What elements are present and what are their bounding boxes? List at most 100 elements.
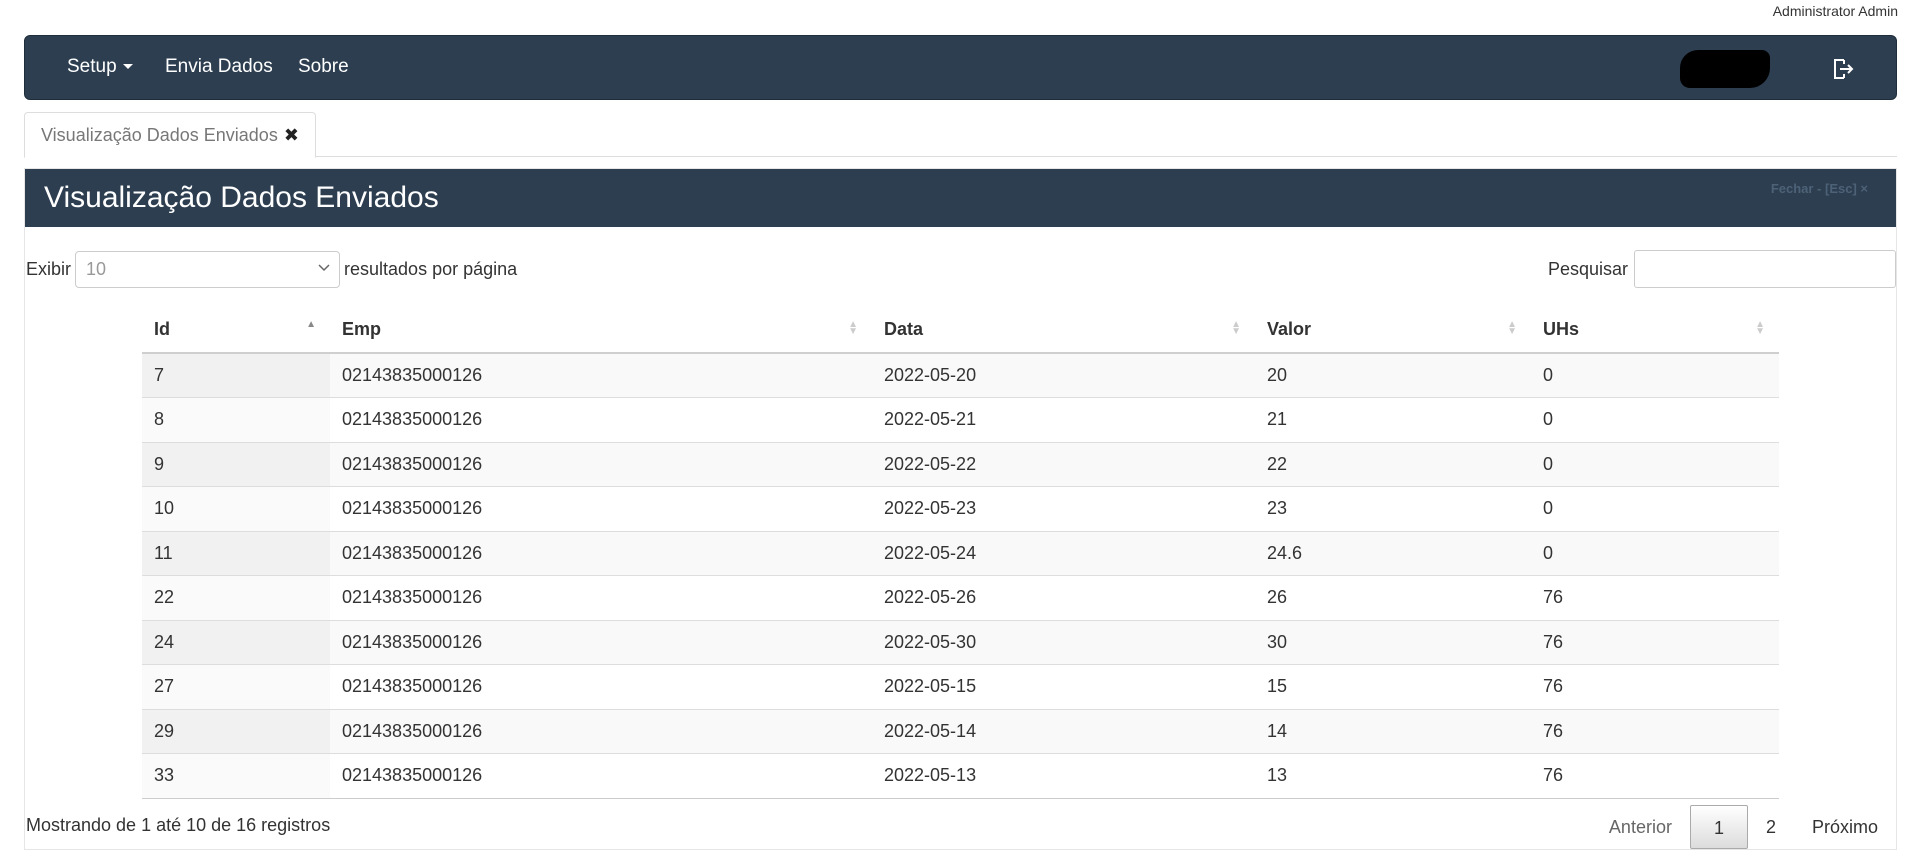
redacted-area [1680,50,1770,88]
page-length-select[interactable]: 10 [75,251,341,288]
nav-setup-dropdown[interactable]: Setup [67,56,133,78]
table-cell-emp: 02143835000126 [330,664,872,709]
sort-icon: ▲ [306,319,316,330]
table-row[interactable]: 10 02143835000126 2022-05-23 23 0 [142,486,1779,531]
table-cell-emp: 02143835000126 [330,397,872,442]
page-length-control: Exibir 10 resultados por página [26,251,517,288]
table-cell-uhs: 0 [1531,530,1779,576]
table-cell-data: 2022-05-13 [872,753,1255,799]
close-icon[interactable]: ✖ [284,125,299,146]
table-cell-emp: 02143835000126 [330,352,872,398]
table-row[interactable]: 8 02143835000126 2022-05-21 21 0 [142,397,1779,442]
table-cell-id: 10 [142,486,330,531]
table-row[interactable]: 11 02143835000126 2022-05-24 24.6 0 [142,530,1779,576]
page-title: Visualização Dados Enviados [44,181,439,214]
nav-envia-dados[interactable]: Envia Dados [165,56,273,78]
tab-label: Visualização Dados Enviados [41,124,278,145]
table-cell-valor: 24.6 [1255,530,1531,576]
data-table: Id ▲ Emp ▲ ▼ Data ▲ ▼ Valor ▲ ▼ UHs ▲ ▼ 7 02143835… [142,307,1779,799]
table-cell-uhs: 0 [1531,352,1779,398]
table-cell-id: 24 [142,619,330,665]
table-cell-uhs: 76 [1531,575,1779,620]
pagination: Anterior 1 2 Próximo [1591,805,1896,849]
table-cell-valor: 20 [1255,352,1531,398]
panel-header: Visualização Dados Enviados Fechar - [Es… [25,169,1896,227]
table-cell-valor: 30 [1255,619,1531,665]
table-row[interactable]: 7 02143835000126 2022-05-20 20 0 [142,352,1779,398]
table-cell-id: 33 [142,753,330,799]
table-header-row: Id ▲ Emp ▲ ▼ Data ▲ ▼ Valor ▲ ▼ UHs ▲ ▼ [142,307,1779,354]
table-cell-id: 7 [142,352,330,398]
column-header-emp[interactable]: Emp ▲ ▼ [330,307,872,354]
table-cell-uhs: 76 [1531,708,1779,754]
table-cell-uhs: 76 [1531,753,1779,799]
column-header-valor[interactable]: Valor ▲ ▼ [1255,307,1531,354]
column-header-data[interactable]: Data ▲ ▼ [872,307,1255,354]
table-cell-valor: 21 [1255,397,1531,442]
table-cell-data: 2022-05-21 [872,397,1255,442]
table-cell-uhs: 0 [1531,486,1779,531]
table-cell-emp: 02143835000126 [330,486,872,531]
table-cell-emp: 02143835000126 [330,708,872,754]
table-cell-uhs: 0 [1531,441,1779,487]
table-row[interactable]: 9 02143835000126 2022-05-22 22 0 [142,441,1779,487]
table-cell-id: 9 [142,441,330,487]
navbar: Setup Envia Dados Sobre [24,35,1897,100]
table-row[interactable]: 24 02143835000126 2022-05-30 30 76 [142,619,1779,665]
table-cell-data: 2022-05-24 [872,530,1255,576]
pagination-next[interactable]: Próximo [1794,805,1896,849]
sort-icon: ▲ ▼ [1507,319,1517,337]
sort-icon: ▲ ▼ [848,319,858,337]
length-suffix: resultados por página [344,259,518,279]
table-cell-emp: 02143835000126 [330,575,872,620]
table-cell-data: 2022-05-23 [872,486,1255,531]
caret-down-icon [122,64,133,70]
table-cell-valor: 14 [1255,708,1531,754]
nav-setup-label: Setup [67,56,117,77]
chevron-down-icon [318,264,330,272]
sort-icon: ▲ ▼ [1755,319,1765,337]
column-header-id[interactable]: Id ▲ [142,307,330,354]
table-info: Mostrando de 1 até 10 de 16 registros [26,815,331,835]
table-cell-uhs: 76 [1531,619,1779,665]
user-label: Administrator Admin [1772,3,1898,19]
search-input[interactable] [1634,250,1896,288]
pagination-page-1[interactable]: 1 [1689,805,1748,849]
table-cell-valor: 23 [1255,486,1531,531]
page-length-value: 10 [86,259,107,279]
search-label: Pesquisar [1547,258,1628,279]
table-cell-emp: 02143835000126 [330,753,872,799]
table-cell-id: 29 [142,708,330,754]
tab-visualizacao[interactable]: Visualização Dados Enviados ✖ [24,112,316,158]
table-body: 7 02143835000126 2022-05-20 20 0 8 02143835000… [142,352,1779,799]
table-cell-valor: 15 [1255,664,1531,709]
table-cell-data: 2022-05-20 [872,352,1255,398]
search-control: Pesquisar [1548,250,1896,288]
table-cell-data: 2022-05-26 [872,575,1255,620]
table-cell-id: 11 [142,530,330,576]
logout-icon [1834,59,1854,79]
table-cell-id: 8 [142,397,330,442]
table-cell-data: 2022-05-15 [872,664,1255,709]
table-cell-uhs: 76 [1531,664,1779,709]
pagination-previous[interactable]: Anterior [1591,805,1690,849]
table-cell-data: 2022-05-30 [872,619,1255,665]
table-cell-uhs: 0 [1531,397,1779,442]
table-row[interactable]: 22 02143835000126 2022-05-26 26 76 [142,575,1779,620]
column-header-uhs[interactable]: UHs ▲ ▼ [1531,307,1779,354]
table-cell-id: 22 [142,575,330,620]
panel-close-button[interactable]: Fechar - [Esc] × [1771,181,1868,196]
table-row[interactable]: 27 02143835000126 2022-05-15 15 76 [142,664,1779,709]
logout-button[interactable] [1830,56,1856,82]
length-prefix: Exibir [26,259,72,279]
table-cell-emp: 02143835000126 [330,441,872,487]
table-cell-id: 27 [142,664,330,709]
pagination-page-2[interactable]: 2 [1748,805,1794,849]
table-row[interactable]: 29 02143835000126 2022-05-14 14 76 [142,708,1779,754]
table-cell-data: 2022-05-14 [872,708,1255,754]
table-cell-valor: 22 [1255,441,1531,487]
nav-sobre[interactable]: Sobre [298,56,349,78]
table-row[interactable]: 33 02143835000126 2022-05-13 13 76 [142,753,1779,799]
table-cell-valor: 13 [1255,753,1531,799]
sort-icon: ▲ ▼ [1231,319,1241,337]
